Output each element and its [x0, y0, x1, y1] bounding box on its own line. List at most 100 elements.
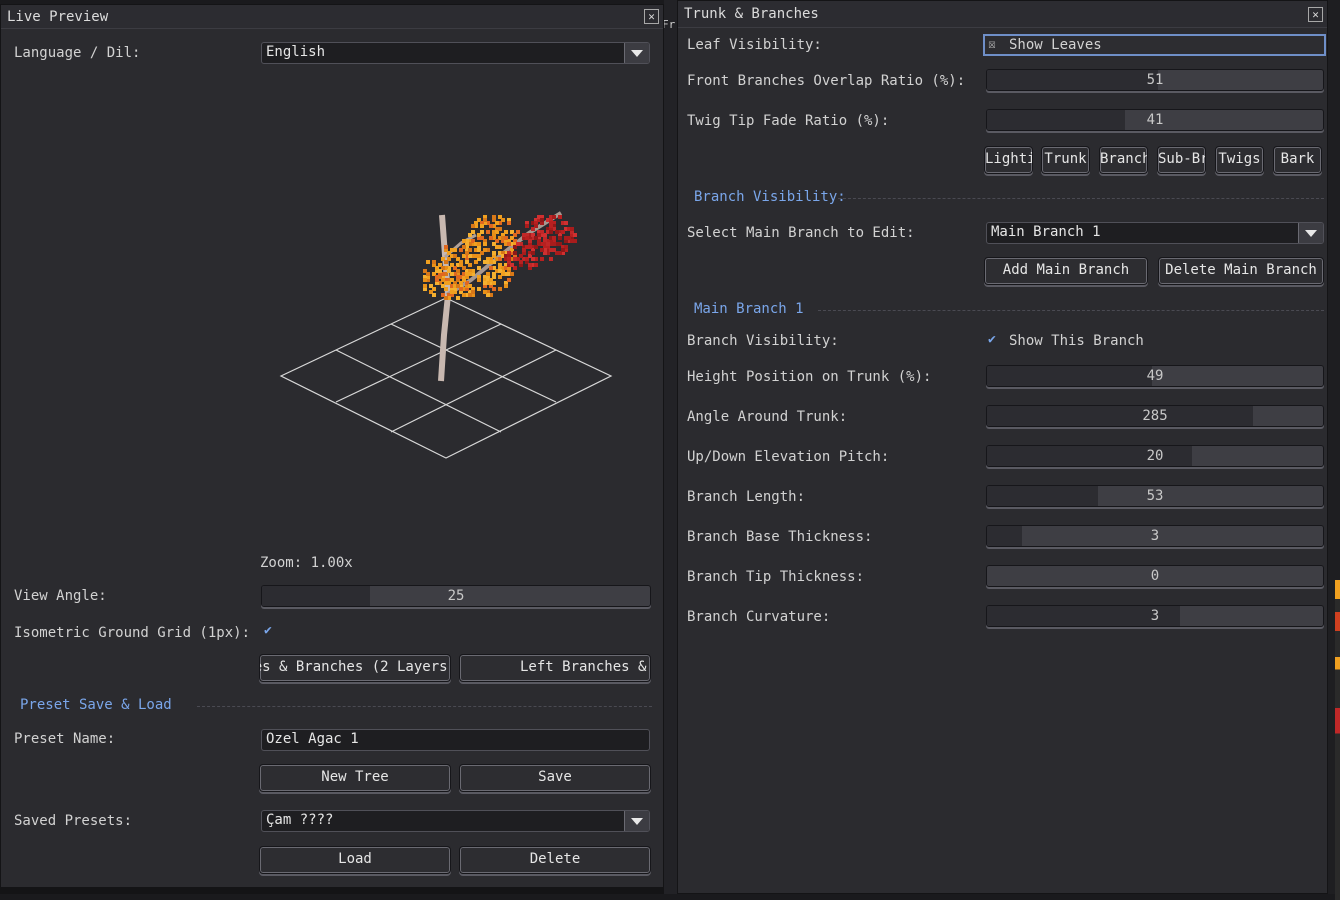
height-position-label: Height Position on Trunk (%):: [687, 369, 932, 385]
tab-label: Lighting: [985, 151, 1032, 167]
leaf-pixel: [504, 284, 508, 288]
leaf-pixel: [468, 233, 472, 237]
leaf-pixel: [480, 236, 484, 240]
tab-branch[interactable]: Branch: [1099, 146, 1148, 174]
height-position-slider[interactable]: 49: [986, 365, 1324, 387]
leaf-pixel: [516, 242, 520, 246]
new-tree-button[interactable]: New Tree: [259, 764, 451, 792]
show-leaves-checkbox[interactable]: ☒ Show Leaves: [983, 34, 1326, 56]
check-icon: ☒: [988, 37, 996, 52]
trunk-branches-titlebar[interactable]: Trunk & Branches: [678, 1, 1327, 28]
leaf-pixel: [525, 224, 529, 228]
front-overlap-slider[interactable]: 51: [986, 69, 1324, 91]
base-thickness-slider[interactable]: 3: [986, 525, 1324, 547]
tree-preview-canvas[interactable]: [261, 185, 641, 485]
leaf-pixel: [561, 248, 565, 252]
leaf-pixel: [465, 251, 469, 255]
add-main-branch-button[interactable]: Add Main Branch: [984, 257, 1148, 285]
leaf-pixel: [447, 251, 451, 255]
preset-name-input[interactable]: Ozel Agac 1: [261, 729, 650, 751]
branch-length-slider[interactable]: 53: [986, 485, 1324, 507]
tab-sub-branch[interactable]: Sub-Branch: [1157, 146, 1206, 174]
leaf-pixel: [498, 287, 502, 291]
leaf-pixel: [510, 272, 514, 276]
elevation-pitch-label: Up/Down Elevation Pitch:: [687, 449, 890, 465]
chevron-down-icon[interactable]: [1298, 223, 1323, 243]
select-branch-dropdown[interactable]: Main Branch 1: [986, 222, 1324, 244]
saved-presets-dropdown[interactable]: Çam ????: [261, 810, 650, 832]
view-angle-slider[interactable]: 25: [261, 585, 651, 607]
chevron-down-icon[interactable]: [624, 811, 649, 831]
leaf-pixel: [564, 221, 568, 225]
view-leaves-branches-button[interactable]: Leaves & Branches (2 Layers): [259, 654, 451, 682]
preset-section-heading: Preset Save & Load: [20, 697, 172, 713]
load-button[interactable]: Load: [259, 846, 451, 874]
tab-lighting[interactable]: Lighting: [984, 146, 1033, 174]
leaf-visibility-label: Leaf Visibility:: [687, 37, 822, 53]
tab-label: Bark: [1280, 151, 1315, 167]
leaf-pixel: [510, 263, 514, 267]
leaf-pixel: [486, 230, 490, 234]
tab-trunk[interactable]: Trunk: [1041, 146, 1090, 174]
leaf-pixel: [540, 248, 544, 252]
delete-button[interactable]: Delete: [459, 846, 651, 874]
leaf-pixel: [471, 224, 475, 228]
leaf-pixel: [534, 236, 538, 240]
grid-checkbox[interactable]: ✔: [264, 622, 272, 640]
leaf-pixel: [507, 257, 511, 261]
leaf-pixel: [528, 263, 532, 267]
save-button[interactable]: Save: [459, 764, 651, 792]
twig-fade-slider[interactable]: 41: [986, 109, 1324, 131]
language-dropdown[interactable]: English: [261, 42, 650, 64]
close-icon[interactable]: ✕: [644, 9, 659, 24]
leaf-pixel: [480, 230, 484, 234]
preset-name-label: Preset Name:: [14, 731, 116, 747]
saved-presets-label: Saved Presets:: [14, 813, 133, 829]
leaf-pixel: [531, 227, 535, 231]
leaf-pixel: [426, 260, 430, 264]
view-left-branches-button[interactable]: Left Branches & Leaves (2 Layers): [459, 654, 651, 682]
slider-value: 20: [1146, 448, 1164, 464]
show-branch-checkbox[interactable]: ✔: [988, 331, 996, 349]
language-value: English: [266, 44, 326, 60]
tab-twigs[interactable]: Twigs: [1215, 146, 1264, 174]
live-preview-titlebar[interactable]: Live Preview: [1, 5, 663, 29]
leaf-pixel: [447, 269, 451, 273]
curvature-slider[interactable]: 3: [986, 605, 1324, 627]
leaf-pixel: [507, 221, 511, 225]
leaf-pixel: [444, 245, 448, 249]
leaf-pixel: [486, 272, 490, 276]
leaf-pixel: [492, 251, 496, 255]
slider-value: 0: [1150, 568, 1160, 584]
leaf-pixel: [450, 263, 454, 267]
leaf-pixel: [456, 275, 460, 279]
tab-label: Trunk: [1044, 151, 1087, 167]
elevation-pitch-slider[interactable]: 20: [986, 445, 1324, 467]
leaf-pixel: [468, 263, 472, 267]
leaf-pixel: [558, 236, 562, 240]
delete-main-branch-button[interactable]: Delete Main Branch: [1158, 257, 1324, 285]
leaf-pixel: [462, 293, 466, 297]
slider-value: 3: [1150, 608, 1160, 624]
leaf-pixel: [432, 260, 436, 264]
saved-presets-value: Çam ????: [266, 812, 334, 828]
leaf-pixel: [477, 287, 481, 291]
leaf-pixel: [495, 221, 499, 225]
leaf-pixel: [489, 224, 493, 228]
leaf-pixel: [552, 248, 556, 252]
tab-label: Sub-Branch: [1158, 151, 1205, 167]
tip-thickness-slider[interactable]: 0: [986, 565, 1324, 587]
leaf-pixel: [483, 281, 487, 285]
leaf-pixel: [459, 263, 463, 267]
chevron-down-icon[interactable]: [624, 43, 649, 63]
slider-value: 41: [1146, 112, 1164, 128]
tab-bark[interactable]: Bark: [1273, 146, 1322, 174]
leaf-pixel: [471, 290, 475, 294]
close-icon[interactable]: ✕: [1308, 7, 1323, 22]
leaf-pixel: [507, 242, 511, 246]
leaf-pixel: [573, 233, 577, 237]
angle-around-trunk-slider[interactable]: 285: [986, 405, 1324, 427]
divider: [197, 706, 652, 707]
view-angle-label: View Angle:: [14, 588, 107, 604]
leaf-pixel: [549, 257, 553, 261]
